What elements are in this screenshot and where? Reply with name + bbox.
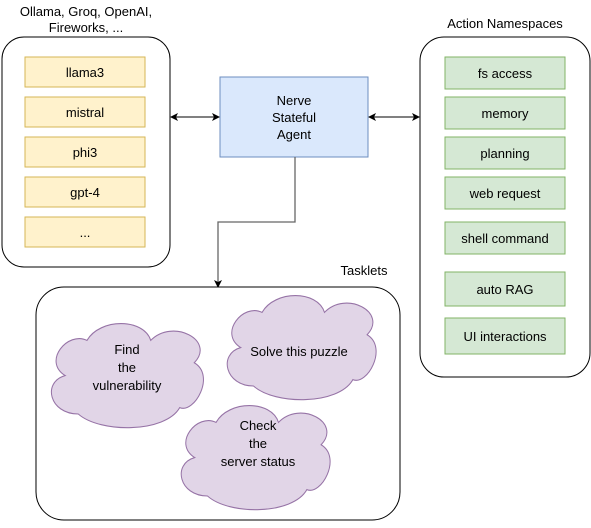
action-label: fs access — [478, 66, 533, 81]
model-label: phi3 — [73, 145, 98, 160]
model-label: ... — [80, 225, 91, 240]
tasklet-label: vulnerability — [93, 378, 162, 393]
agent-label-3: Agent — [277, 127, 311, 142]
agent-label-2: Stateful — [272, 110, 316, 125]
providers-label-2: Fireworks, ... — [49, 20, 123, 35]
model-label: mistral — [66, 105, 104, 120]
action-label: web request — [469, 186, 541, 201]
model-label: llama3 — [66, 65, 104, 80]
providers-label: Ollama, Groq, OpenAI, — [20, 4, 152, 19]
tasklet-label: Check — [240, 418, 277, 433]
action-label: memory — [482, 106, 529, 121]
tasklet-label: the — [118, 360, 136, 375]
action-label: shell command — [461, 231, 548, 246]
tasklets-label: Tasklets — [341, 263, 388, 278]
tasklet-label: Find — [114, 342, 139, 357]
agent-tasklets-arrow — [214, 157, 296, 288]
architecture-diagram: Ollama, Groq, OpenAI, Fireworks, ... lla… — [1, 4, 591, 521]
tasklet-label: the — [249, 436, 267, 451]
action-label: auto RAG — [476, 282, 533, 297]
agent-label-1: Nerve — [277, 93, 312, 108]
model-label: gpt-4 — [70, 185, 100, 200]
tasklet-label: Solve this puzzle — [250, 344, 348, 359]
actions-label: Action Namespaces — [447, 16, 563, 31]
tasklet-label: server status — [221, 454, 296, 469]
action-label: planning — [480, 146, 529, 161]
action-label: UI interactions — [463, 329, 547, 344]
